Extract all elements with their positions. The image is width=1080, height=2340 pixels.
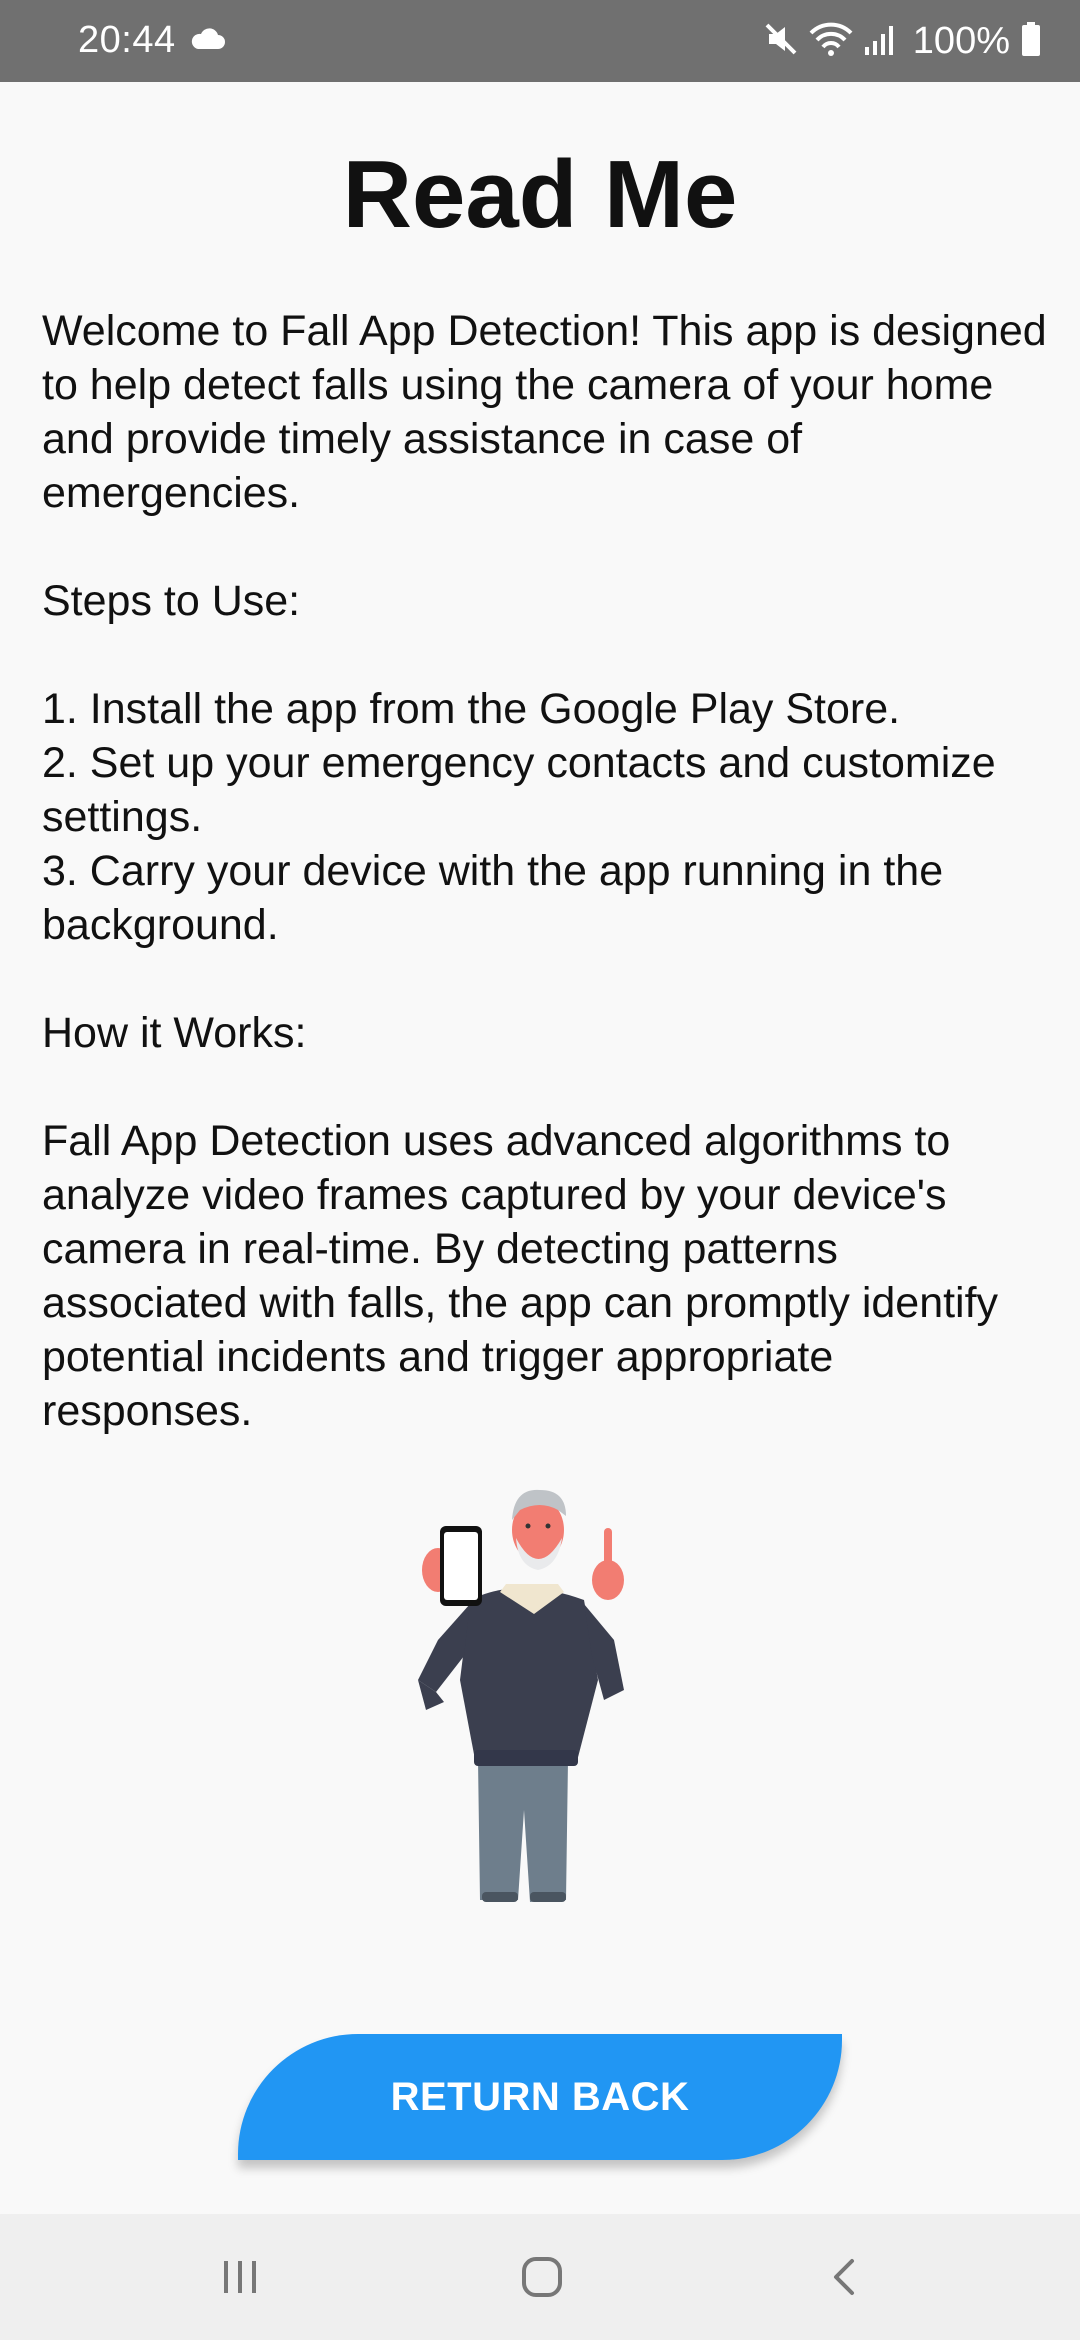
back-icon[interactable] bbox=[784, 2214, 904, 2340]
steps-heading: Steps to Use: bbox=[42, 577, 301, 625]
return-back-button[interactable]: RETURN BACK bbox=[238, 2034, 842, 2160]
step-item: 2. Set up your emergency contacts and cu… bbox=[42, 739, 996, 841]
readme-content: Welcome to Fall App Detection! This app … bbox=[42, 304, 1052, 1438]
wifi-icon bbox=[809, 21, 853, 62]
status-bar: 20:44 100% bbox=[0, 0, 1080, 82]
home-icon[interactable] bbox=[482, 2214, 602, 2340]
status-time: 20:44 bbox=[78, 19, 176, 61]
mute-icon bbox=[763, 21, 799, 62]
recent-apps-icon[interactable] bbox=[180, 2214, 300, 2340]
battery-icon bbox=[1020, 21, 1042, 62]
how-paragraph: Fall App Detection uses advanced algorit… bbox=[42, 1117, 999, 1435]
signal-icon bbox=[863, 21, 897, 62]
cloud-icon bbox=[190, 27, 226, 56]
intro-paragraph: Welcome to Fall App Detection! This app … bbox=[42, 307, 1047, 517]
step-item: 1. Install the app from the Google Play … bbox=[42, 685, 901, 733]
navigation-bar bbox=[0, 2214, 1080, 2340]
battery-percentage: 100% bbox=[912, 19, 1010, 62]
page-title: Read Me bbox=[342, 141, 738, 248]
step-item: 3. Carry your device with the app runnin… bbox=[42, 847, 944, 949]
elderly-man-illustration bbox=[408, 1480, 668, 1910]
how-heading: How it Works: bbox=[42, 1009, 307, 1057]
